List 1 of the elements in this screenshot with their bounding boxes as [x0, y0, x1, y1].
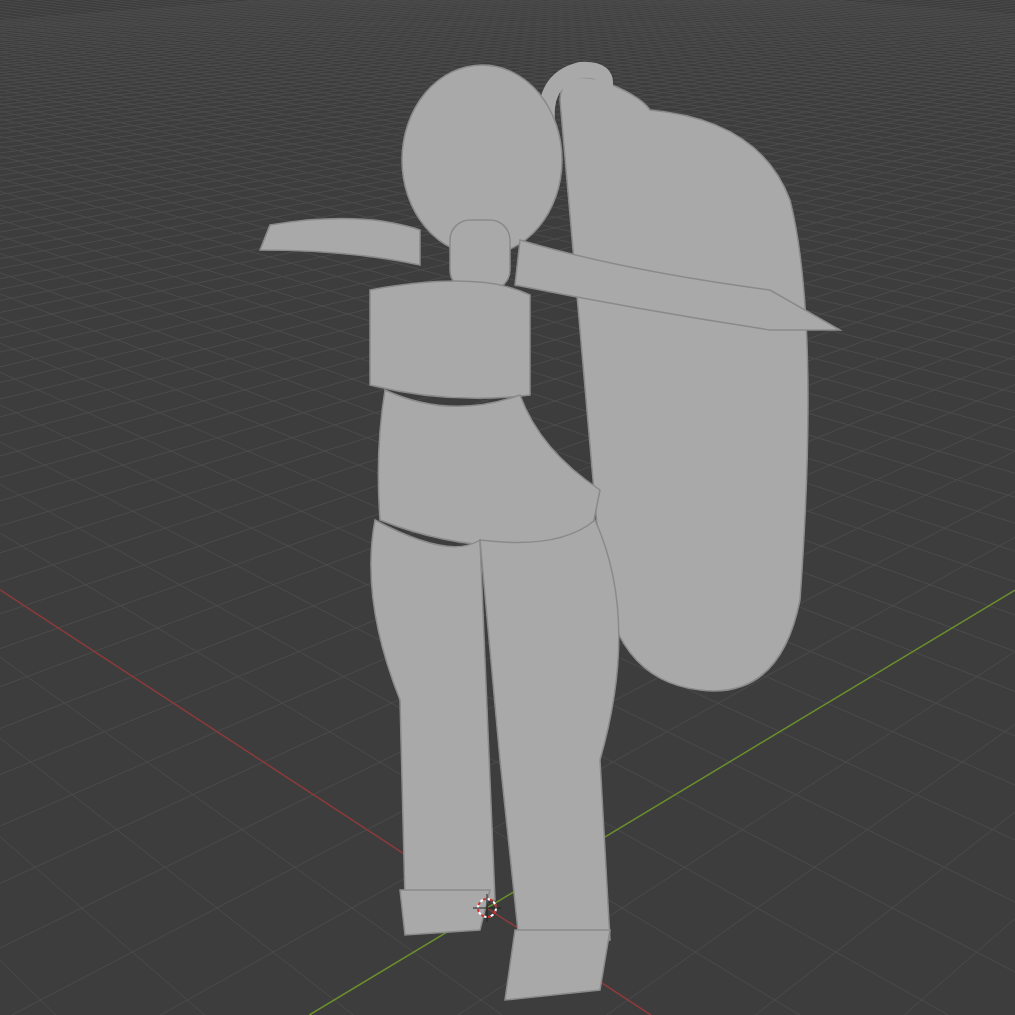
viewport[interactable] — [0, 0, 1015, 1015]
